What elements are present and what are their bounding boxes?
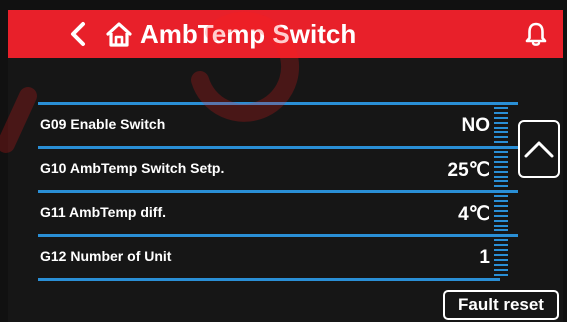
scroll-tick [494,131,508,134]
scroll-tick [494,263,508,266]
row-divider [38,146,518,149]
scroll-tick [494,126,508,129]
parameter-value[interactable]: 1 [479,247,490,269]
scroll-tick [494,249,508,251]
parameter-panel: G09 Enable Switch NO G10 AmbTemp Switch … [8,58,563,322]
scroll-up-button[interactable] [518,120,560,178]
scroll-tick [494,258,508,261]
row-divider [38,102,518,105]
row-divider [38,234,518,237]
scroll-tick [494,160,508,163]
home-icon[interactable] [104,19,134,49]
scroll-tick [494,111,508,114]
page-title: AmbTemp Switch [140,19,357,49]
chevron-up-icon [524,141,554,158]
scroll-tick [494,116,508,119]
scroll-tick [494,253,508,256]
parameter-row-g09[interactable]: G09 Enable Switch NO [38,102,518,146]
scroll-tick [494,234,508,237]
scroll-tick [494,239,508,242]
scroll-tick [494,273,508,276]
fault-reset-button[interactable]: Fault reset [443,290,559,320]
scroll-tick [494,106,508,109]
scroll-tick [494,180,508,183]
scroll-tick [494,146,508,149]
scroll-tick [494,175,508,178]
scroll-tick [494,214,508,217]
scroll-tick [494,200,508,202]
parameter-row-g10[interactable]: G10 AmbTemp Switch Setp. 25℃ [38,146,518,190]
scroll-tick [494,190,508,193]
parameter-label: G10 AmbTemp Switch Setp. [40,160,225,176]
parameter-label: G11 AmbTemp diff. [40,204,167,220]
scroll-tick [494,204,508,207]
scroll-tick [494,185,508,188]
scroll-tick [494,155,508,158]
scroll-tick [494,195,508,198]
scroll-indicator[interactable] [494,102,510,278]
title-bar: AmbTemp Switch [8,10,563,58]
bell-icon[interactable] [521,19,551,49]
parameter-value[interactable]: NO [462,115,491,137]
scroll-tick [494,141,508,144]
scroll-tick [494,219,508,222]
parameter-label: G12 Number of Unit [40,248,172,264]
hmi-screen: AmbTemp Switch G09 Enable Switch NO G10 … [0,0,567,322]
row-divider [38,190,518,193]
scroll-tick [494,102,508,104]
parameter-value[interactable]: 4℃ [458,203,490,226]
scroll-tick [494,151,508,153]
parameter-row-g12[interactable]: G12 Number of Unit 1 [38,234,518,278]
scroll-tick [494,244,508,247]
chevron-left-icon[interactable] [64,20,92,48]
row-divider [38,278,500,281]
parameter-list: G09 Enable Switch NO G10 AmbTemp Switch … [38,102,518,281]
parameter-label: G09 Enable Switch [40,116,166,132]
scroll-tick [494,121,508,124]
scroll-tick [494,224,508,227]
scroll-tick [494,209,508,212]
scroll-tick [494,229,508,232]
scroll-tick [494,170,508,173]
parameter-value[interactable]: 25℃ [448,159,490,182]
scroll-tick [494,136,508,139]
scroll-tick [494,165,508,168]
parameter-row-g11[interactable]: G11 AmbTemp diff. 4℃ [38,190,518,234]
scroll-tick [494,268,508,271]
